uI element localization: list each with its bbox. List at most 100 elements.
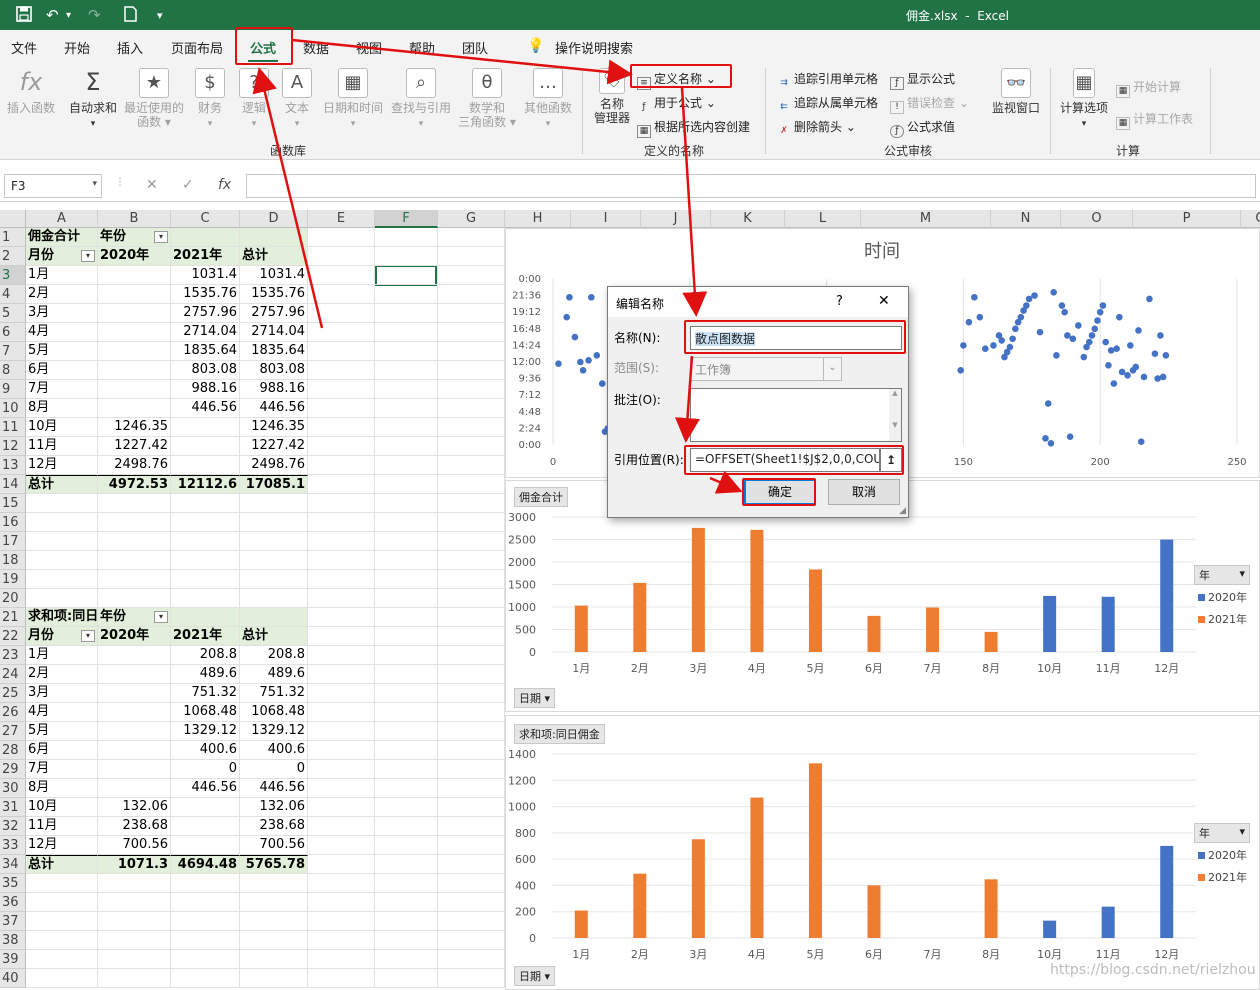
pivot-cell[interactable]: 1227.42	[240, 437, 308, 456]
pivot-cell[interactable]: 1535.76	[240, 285, 308, 304]
show-formulas-button[interactable]: ƒ 显示公式	[890, 70, 955, 90]
pivot-cell[interactable]	[98, 741, 171, 760]
pivot-cell[interactable]: 1071.3	[98, 855, 171, 874]
row-header[interactable]: 15	[0, 494, 26, 513]
pivot-cell[interactable]	[98, 380, 171, 399]
pivot-cell[interactable]	[171, 608, 240, 627]
pivot-cell[interactable]	[171, 798, 240, 817]
pivot-cell[interactable]: 1227.42	[98, 437, 171, 456]
pivot-cell[interactable]: 1835.64	[171, 342, 240, 361]
grid-cell[interactable]	[438, 361, 505, 380]
pivot-cell[interactable]: 2757.96	[240, 304, 308, 323]
tab-page-layout[interactable]: 页面布局	[171, 38, 223, 57]
grid-cell[interactable]	[308, 475, 375, 494]
pivot-cell[interactable]: 4972.53	[98, 475, 171, 494]
grid-cell[interactable]	[375, 703, 438, 722]
grid-cell[interactable]	[240, 874, 308, 893]
pivot-cell[interactable]	[98, 342, 171, 361]
grid-cell[interactable]	[438, 494, 505, 513]
grid-cell[interactable]	[26, 532, 98, 551]
grid-cell[interactable]	[375, 950, 438, 969]
scope-select[interactable]: 工作簿 ⌄	[690, 357, 842, 381]
pivot-cell[interactable]: 5765.78	[240, 855, 308, 874]
pivot-cell[interactable]	[98, 760, 171, 779]
grid-cell[interactable]	[308, 722, 375, 741]
same-day-commission-bar-chart[interactable]: 求和项:同日佣金 0 200 400 600 800 1000 1200 1400 1月 2月 3月…	[505, 715, 1260, 990]
row-header[interactable]: 34	[0, 855, 26, 874]
pivot-cell[interactable]: 700.56	[240, 836, 308, 855]
grid-cell[interactable]	[438, 912, 505, 931]
grid-cell[interactable]	[375, 437, 438, 456]
column-header[interactable]: N	[991, 210, 1061, 228]
grid-cell[interactable]	[375, 589, 438, 608]
pivot-cell[interactable]: 0	[171, 760, 240, 779]
grid-cell[interactable]	[438, 266, 505, 285]
pivot-cell[interactable]: 1068.48	[240, 703, 308, 722]
grid-cell[interactable]	[98, 931, 171, 950]
pivot-cell[interactable]: 751.32	[171, 684, 240, 703]
row-header[interactable]: 18	[0, 551, 26, 570]
grid-cell[interactable]	[438, 646, 505, 665]
pivot-header-cell[interactable]: 年份 ▾	[98, 228, 171, 247]
grid-cell[interactable]	[171, 893, 240, 912]
grid-cell[interactable]	[375, 760, 438, 779]
select-all-corner[interactable]	[0, 210, 26, 228]
grid-cell[interactable]	[98, 912, 171, 931]
pivot-cell[interactable]: 700.56	[98, 836, 171, 855]
row-header[interactable]: 9	[0, 380, 26, 399]
grid-cell[interactable]	[308, 418, 375, 437]
pivot-cell[interactable]: 总计	[240, 247, 308, 266]
grid-cell[interactable]	[375, 361, 438, 380]
pivot-cell[interactable]: 1329.12	[240, 722, 308, 741]
legend-dropdown-icon[interactable]: ▾	[1239, 825, 1245, 838]
pivot-cell[interactable]: 10月	[26, 418, 98, 437]
row-header[interactable]: 32	[0, 817, 26, 836]
customize-qat-icon[interactable]: ▾	[157, 9, 163, 22]
grid-cell[interactable]	[438, 532, 505, 551]
tab-help[interactable]: 帮助	[409, 38, 435, 57]
row-header[interactable]: 5	[0, 304, 26, 323]
pivot-cell[interactable]: 489.6	[171, 665, 240, 684]
pivot-cell[interactable]: 4694.48	[171, 855, 240, 874]
pivot-cell[interactable]	[98, 304, 171, 323]
pivot-cell[interactable]	[98, 722, 171, 741]
pivot-cell[interactable]: 11月	[26, 817, 98, 836]
help-icon[interactable]: ?	[836, 294, 843, 309]
pivot-cell[interactable]: 1835.64	[240, 342, 308, 361]
grid-cell[interactable]	[375, 304, 438, 323]
grid-cell[interactable]	[375, 684, 438, 703]
grid-cell[interactable]	[375, 855, 438, 874]
more-functions-button[interactable]: … 其他函数 ▾	[520, 68, 576, 131]
undo-icon[interactable]: ↶	[46, 6, 59, 24]
row-header[interactable]: 12	[0, 437, 26, 456]
tab-data[interactable]: 数据	[303, 38, 329, 57]
pivot-cell[interactable]: 1月	[26, 266, 98, 285]
grid-cell[interactable]	[308, 323, 375, 342]
grid-cell[interactable]	[308, 247, 375, 266]
grid-cell[interactable]	[308, 703, 375, 722]
grid-cell[interactable]	[171, 874, 240, 893]
grid-cell[interactable]	[438, 437, 505, 456]
pivot-cell[interactable]: 总计	[26, 855, 98, 874]
grid-cell[interactable]	[308, 931, 375, 950]
grid-cell[interactable]	[26, 589, 98, 608]
watch-window-button[interactable]: 👓 监视窗口	[988, 68, 1044, 115]
pivot-cell[interactable]	[240, 608, 308, 627]
grid-cell[interactable]	[240, 912, 308, 931]
grid-cell[interactable]	[375, 779, 438, 798]
grid-cell[interactable]	[375, 969, 438, 988]
grid-cell[interactable]	[26, 570, 98, 589]
grid-cell[interactable]	[308, 551, 375, 570]
grid-cell[interactable]	[171, 494, 240, 513]
grid-cell[interactable]	[375, 722, 438, 741]
pivot-cell[interactable]	[98, 323, 171, 342]
grid-cell[interactable]	[240, 513, 308, 532]
pivot-cell[interactable]	[98, 665, 171, 684]
row-header[interactable]: 27	[0, 722, 26, 741]
resize-grip-icon[interactable]: ◢	[899, 506, 906, 516]
grid-cell[interactable]	[240, 950, 308, 969]
grid-cell[interactable]	[98, 589, 171, 608]
row-header[interactable]: 35	[0, 874, 26, 893]
column-header[interactable]: G	[438, 210, 505, 228]
chart-legend-field-button[interactable]: 年 ▾	[1194, 565, 1250, 585]
